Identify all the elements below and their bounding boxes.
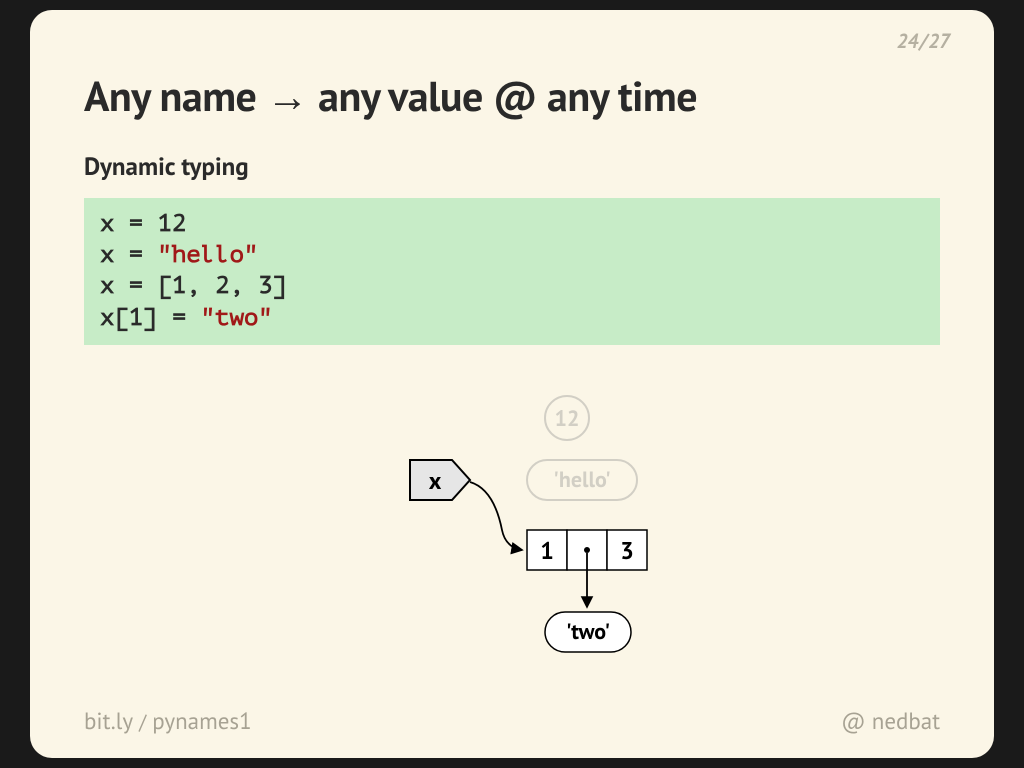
list-node: 1 3	[527, 530, 647, 570]
ghost-int-node: 12	[545, 396, 589, 440]
list-cell-1-dot	[584, 547, 590, 553]
name-tag: x	[410, 460, 470, 500]
slide-title: Any name → any value @ any time	[84, 68, 697, 123]
footer-handle[interactable]: @ nedbat	[841, 707, 940, 736]
page-current: 24	[897, 28, 919, 54]
two-node: 'two'	[545, 612, 631, 652]
footer-link[interactable]: bit.ly/pynames1	[84, 707, 252, 736]
ghost-str-node: 'hello'	[527, 460, 637, 500]
arrow-x-to-list	[470, 482, 522, 550]
svg-text:12: 12	[555, 405, 580, 433]
page-total: 27	[928, 28, 950, 54]
svg-text:'hello': 'hello'	[553, 466, 610, 494]
svg-text:'two': 'two'	[566, 618, 610, 646]
list-cell-0: 1	[540, 535, 554, 566]
slide: 24/27 Any name → any value @ any time Dy…	[30, 10, 994, 758]
list-cell-2: 3	[620, 535, 634, 566]
page-slash: /	[919, 28, 927, 54]
slide-subtitle: Dynamic typing	[84, 150, 249, 182]
svg-text:x: x	[429, 465, 442, 496]
slide-counter: 24/27	[897, 28, 950, 54]
code-block: x = 12 x = "hello" x = [1, 2, 3] x[1] = …	[84, 198, 940, 345]
